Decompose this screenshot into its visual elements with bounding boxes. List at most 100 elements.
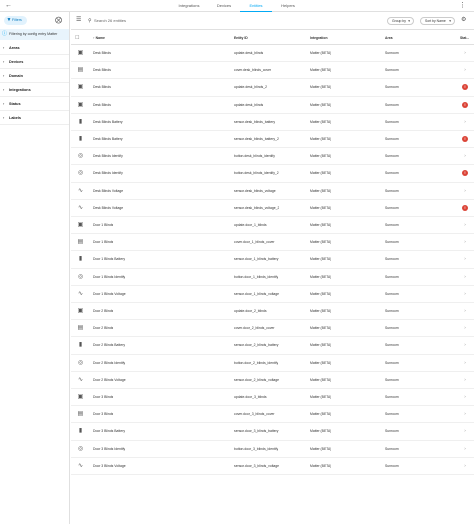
group-by-label: Group by — [392, 19, 406, 23]
table-row[interactable]: ▮ Desk Blinds Battery sensor.desk_blinds_b… — [71, 131, 474, 149]
chevron-right-icon: › — [464, 445, 466, 451]
filter-section-domain[interactable]: › Domain — [0, 69, 69, 83]
chevron-right-icon: › — [464, 308, 466, 313]
table-row[interactable]: ▣ Desk Blinds update.desk_blinds_2 Matter (… — [71, 79, 474, 97]
entity-name-cell: Desk Blinds — [93, 102, 111, 107]
sort-by-button[interactable]: Sort by Name ▾ — [420, 17, 455, 25]
entity-id-cell: sensor.desk_blinds_battery — [234, 119, 276, 124]
update-icon: ▣ — [77, 394, 84, 400]
entity-name-cell: Desk Blinds Identify — [93, 154, 123, 159]
table-row[interactable]: ▮ Door 1 Blinds Battery sensor.door_1_blin… — [71, 251, 474, 269]
section-label: Integrations — [9, 88, 31, 92]
table-row[interactable]: ◎ Desk Blinds Identify button.desk_blinds_… — [71, 165, 474, 183]
table-row[interactable]: ▣ Desk Blinds update.desk_blinds Matter (BE… — [71, 45, 474, 63]
selection-mode-icon[interactable]: ☰ — [76, 17, 81, 23]
chevron-right-icon: › — [464, 411, 466, 417]
entity-name-cell: Door 3 Blinds — [93, 395, 114, 399]
table-row[interactable]: ∿ Desk Blinds Voltage sensor.desk_blinds_v… — [71, 183, 474, 200]
table-row[interactable]: ◎ Desk Blinds Identify button.desk_blinds_… — [71, 148, 474, 166]
select-all-checkbox[interactable]: ☐ — [75, 35, 79, 41]
area-cell: Sunroom — [385, 154, 399, 159]
entity-name-cell: Door 2 Blinds Battery — [93, 343, 126, 348]
entity-id-cell: button.door_2_blinds_identify — [234, 360, 279, 365]
battery-icon: ▮ — [78, 428, 83, 435]
tab-integrations[interactable]: Integrations — [170, 0, 208, 12]
voltage-icon: ∿ — [77, 187, 84, 194]
filter-remove-icon[interactable]: ⨂ — [55, 17, 62, 24]
arrow-left-icon[interactable]: ← — [5, 2, 12, 10]
update-icon: ▣ — [77, 84, 84, 91]
table-row[interactable]: ▣ Door 1 Blinds update.door_1_blinds Matter… — [71, 217, 474, 235]
column-header-status[interactable]: Stat... — [460, 31, 469, 45]
column-header-name[interactable]: ↑ Name — [93, 31, 105, 45]
table-row[interactable]: ▮ Door 2 Blinds Battery sensor.door_2_blin… — [71, 337, 474, 355]
integration-cell: Matter (BETA) — [310, 463, 332, 468]
filter-sidebar: ▼ Filters ⨂ ⓘ Filtering by config entry … — [0, 12, 70, 524]
entity-id-cell: button.door_1_blinds_identify — [234, 274, 279, 279]
table-row[interactable]: ▮ Desk Blinds Battery sensor.desk_blinds_b… — [71, 114, 474, 131]
table-row[interactable]: ▤ Door 2 Blinds cover.door_2_blinds_cover M… — [71, 320, 474, 338]
dots-vertical-icon[interactable]: ⋮ — [459, 1, 466, 10]
table-row[interactable]: ▣ Door 2 Blinds update.door_2_blinds Matter… — [71, 303, 474, 321]
table-row[interactable]: ∿ Door 2 Blinds Voltage sensor.door_2_blin… — [71, 372, 474, 389]
integration-cell: Matter (BETA) — [310, 377, 332, 382]
table-row[interactable]: ▣ Door 3 Blinds update.door_3_blinds Matter… — [71, 389, 474, 407]
area-cell: Sunroom — [385, 360, 399, 365]
chevron-right-icon: › — [464, 239, 466, 245]
column-header-area[interactable]: Area — [385, 31, 393, 45]
table-row[interactable]: ▤ Desk Blinds cover.desk_blinds_cover Matte… — [71, 62, 474, 80]
tab-devices[interactable]: Devices — [210, 0, 238, 12]
section-label: Domain — [9, 74, 23, 78]
table-row[interactable]: ∿ Door 1 Blinds Voltage sensor.door_1_blin… — [71, 286, 474, 303]
table-row[interactable]: ◎ Door 1 Blinds Identify button.door_1_bli… — [71, 269, 474, 286]
entity-id-cell: sensor.door_3_blinds_battery — [234, 429, 279, 434]
filter-section-areas[interactable]: › Areas — [0, 41, 69, 55]
entity-name-cell: Door 3 Blinds — [93, 412, 114, 417]
table-row[interactable]: ◎ Door 2 Blinds Identify button.door_2_bli… — [71, 355, 474, 372]
integration-cell: Matter (BETA) — [310, 412, 332, 417]
area-cell: Sunroom — [385, 377, 399, 382]
table-row[interactable]: ▣ Desk Blinds update.desk_blinds Matter (BE… — [71, 97, 474, 114]
battery-icon: ▮ — [78, 118, 83, 125]
entities-table-panel: ☰ ⚲ Search 26 entities Group by ▾ Sort b… — [71, 12, 474, 524]
area-cell: Sunroom — [385, 446, 399, 451]
area-cell: Sunroom — [385, 102, 399, 107]
table-row[interactable]: ∿ Desk Blinds Voltage sensor.desk_blinds_v… — [71, 200, 474, 217]
table-row[interactable]: ◎ Door 3 Blinds Identify button.door_3_bli… — [71, 441, 474, 458]
entity-name-cell: Desk Blinds — [93, 68, 111, 73]
tab-helpers[interactable]: Helpers — [274, 0, 302, 12]
column-header-integration[interactable]: Integration — [310, 31, 328, 45]
area-cell: Sunroom — [385, 257, 399, 262]
area-cell: Sunroom — [385, 188, 399, 193]
table-row[interactable]: ▤ Door 3 Blinds cover.door_3_blinds_cover M… — [71, 406, 474, 424]
entity-id-cell: sensor.door_2_blinds_battery — [234, 343, 279, 348]
alert-circle-icon: ! — [462, 136, 468, 142]
tab-entities[interactable]: Entities — [240, 0, 272, 12]
entity-id-cell: cover.door_1_blinds_cover — [234, 240, 275, 245]
search-input[interactable]: ⚲ Search 26 entities — [88, 16, 378, 26]
identify-icon: ◎ — [77, 153, 84, 160]
config-entry-filter-chip[interactable]: ⓘ Filtering by config entry Matter — [0, 29, 69, 40]
group-by-button[interactable]: Group by ▾ — [387, 17, 414, 25]
integration-cell: Matter (BETA) — [310, 395, 332, 399]
integration-cell: Matter (BETA) — [310, 309, 332, 313]
table-row[interactable]: ▤ Door 1 Blinds cover.door_1_blinds_cover M… — [71, 234, 474, 252]
filter-section-integrations[interactable]: › Integrations — [0, 83, 69, 97]
filter-section-devices[interactable]: › Devices — [0, 55, 69, 69]
area-cell: Sunroom — [385, 309, 399, 313]
table-row[interactable]: ∿ Door 3 Blinds Voltage sensor.door_3_blin… — [71, 458, 474, 475]
filters-button[interactable]: ▼ Filters — [4, 16, 27, 25]
chevron-down-icon: ▾ — [408, 19, 410, 23]
column-header-entity-id[interactable]: Entity ID — [234, 31, 248, 45]
table-row[interactable]: ▮ Door 3 Blinds Battery sensor.door_3_blin… — [71, 423, 474, 441]
entity-id-cell: sensor.door_3_blinds_voltage — [234, 463, 280, 468]
cover-icon: ▤ — [77, 411, 84, 418]
area-cell: Sunroom — [385, 85, 399, 90]
search-icon: ⚲ — [88, 18, 92, 24]
filter-section-status[interactable]: › Status — [0, 97, 69, 111]
filter-section-labels[interactable]: › Labels — [0, 111, 69, 125]
integration-cell: Matter (BETA) — [310, 274, 332, 279]
area-cell: Sunroom — [385, 119, 399, 124]
gear-icon[interactable]: ⚙ — [461, 17, 466, 24]
section-label: Status — [9, 102, 21, 106]
